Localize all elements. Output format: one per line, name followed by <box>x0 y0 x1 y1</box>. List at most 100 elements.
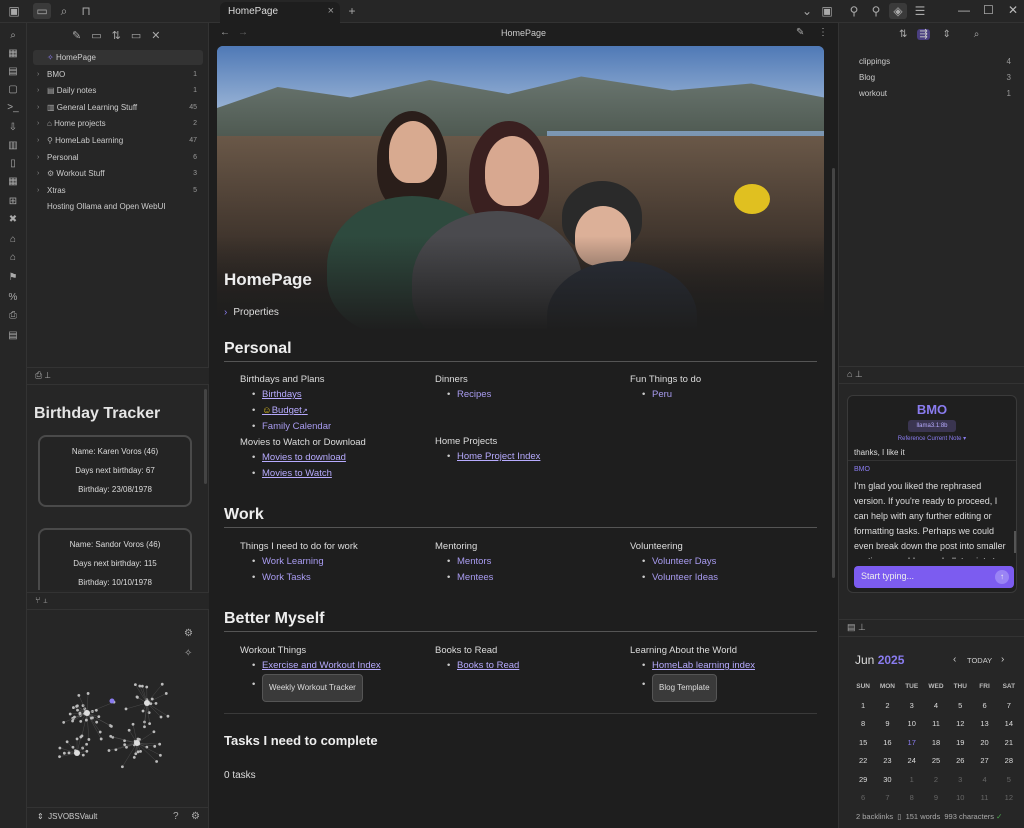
graph-node[interactable] <box>72 706 75 709</box>
editor-scrollbar[interactable] <box>832 168 835 578</box>
tags-toolbar[interactable]: ⇅ ⇶ ⇕ ⌕ <box>899 29 989 40</box>
reference-note[interactable]: Reference Current Note ▾ <box>848 435 1016 442</box>
link-volunteer-ideas[interactable]: Volunteer Ideas <box>630 570 820 586</box>
graph-node[interactable] <box>127 728 131 732</box>
link-movies-download[interactable]: Movies to download <box>240 450 430 466</box>
gear-icon[interactable]: ⚙ <box>184 628 193 639</box>
graph-node[interactable] <box>68 712 72 716</box>
graph-node[interactable] <box>134 752 138 756</box>
tree-item[interactable]: › ⌂ Home projects 2 <box>33 116 203 131</box>
more-icon[interactable]: ⋮ <box>818 27 828 38</box>
calendar-day[interactable]: 18 <box>924 734 948 753</box>
graph-node[interactable] <box>58 755 61 759</box>
graph-hub-node[interactable] <box>144 700 150 706</box>
link-work-learning[interactable]: Work Learning <box>240 554 430 570</box>
backlinks-count[interactable]: 2 backlinks <box>856 812 893 821</box>
graph-node[interactable] <box>148 722 152 725</box>
prev-month-icon[interactable]: ‹ <box>953 654 956 665</box>
calendar-day[interactable]: 11 <box>972 789 996 808</box>
explorer-toolbar[interactable]: ✎▭⇅▭✕ <box>72 29 170 42</box>
file-icon[interactable]: ▢ <box>5 83 21 97</box>
plugin-icon-2[interactable]: ⚲ <box>867 3 885 19</box>
calendar-icon[interactable]: ▤ <box>5 65 21 79</box>
printer-icon[interactable]: ⎙ ⊥ <box>35 370 51 381</box>
calendar-day[interactable]: 6 <box>851 789 875 808</box>
graph-node[interactable] <box>75 737 79 741</box>
calendar-day[interactable]: 14 <box>997 715 1021 734</box>
tree-item[interactable]: › ▤ Daily notes 1 <box>33 83 203 98</box>
tag-item[interactable]: workout 1 <box>859 89 1019 98</box>
calendar-day[interactable]: 4 <box>972 771 996 790</box>
graph-node[interactable] <box>67 751 71 755</box>
calendar-day[interactable]: 26 <box>948 752 972 771</box>
graph-node[interactable] <box>95 720 99 724</box>
graph-hub-node[interactable] <box>84 710 90 716</box>
calendar-day[interactable]: 1 <box>900 771 924 790</box>
template-icon[interactable]: ▥ <box>5 139 21 153</box>
weekly-workout-tracker-button[interactable]: Weekly Workout Tracker <box>262 674 363 702</box>
new-tab-icon[interactable]: + <box>343 3 361 19</box>
graph-node[interactable] <box>97 715 101 719</box>
graph-hub-node[interactable] <box>74 750 80 756</box>
graph-node[interactable] <box>136 750 140 754</box>
flag-icon[interactable]: ⚑ <box>5 271 21 285</box>
graph-node[interactable] <box>79 735 83 739</box>
tree-item[interactable]: Hosting Ollama and Open WebUI <box>33 199 203 214</box>
model-badge[interactable]: llama3.1:8b <box>908 420 956 432</box>
graph-node[interactable] <box>159 715 163 719</box>
graph-node[interactable] <box>107 749 111 752</box>
graph-node[interactable] <box>152 730 156 734</box>
calendar-day[interactable]: 1 <box>851 697 875 716</box>
graph-node[interactable] <box>87 738 91 741</box>
graph-node[interactable] <box>135 695 139 699</box>
link-birthdays[interactable]: Birthdays <box>240 387 430 403</box>
graph-node[interactable] <box>124 707 128 711</box>
printer-icon[interactable]: ⎙ <box>5 309 21 323</box>
graph-node[interactable] <box>164 692 168 695</box>
calendar-day[interactable]: 16 <box>875 734 899 753</box>
calendar-day[interactable]: 25 <box>924 752 948 771</box>
graph-node[interactable] <box>75 704 79 708</box>
graph-node[interactable] <box>109 734 113 738</box>
edit-icon[interactable]: ✎ <box>796 27 804 38</box>
graph-current-node[interactable] <box>109 698 115 704</box>
tag-item[interactable]: clippings 4 <box>859 57 1019 66</box>
graph-node[interactable] <box>139 750 142 753</box>
graph-node[interactable] <box>150 697 154 701</box>
calendar-day[interactable]: 8 <box>900 789 924 808</box>
terminal-icon[interactable]: >_ <box>5 101 21 115</box>
link-exercise-index[interactable]: Exercise and Workout Index <box>240 658 430 674</box>
graph-node[interactable] <box>160 682 164 686</box>
link-home-project-index[interactable]: Home Project Index <box>435 449 625 465</box>
graph-icon[interactable]: ⑂ ⊥ <box>35 595 48 605</box>
calendar-day[interactable]: 9 <box>924 789 948 808</box>
graph-node[interactable] <box>123 743 127 747</box>
home-icon[interactable]: ⌂ <box>5 251 21 265</box>
graph-node[interactable] <box>141 709 145 713</box>
next-month-icon[interactable]: › <box>1001 654 1004 665</box>
bot-icon[interactable]: ⌂ ⊥ <box>847 369 863 380</box>
calendar-day[interactable]: 4 <box>924 697 948 716</box>
tags-icon[interactable]: ◈ <box>889 3 907 19</box>
calendar-day[interactable]: 2 <box>924 771 948 790</box>
graph-node[interactable] <box>81 753 85 757</box>
scrollbar[interactable] <box>204 389 207 484</box>
settings-icon[interactable]: ⚙ <box>191 811 200 822</box>
graph-node[interactable] <box>90 716 93 720</box>
link-homelab-index[interactable]: HomeLab learning index <box>630 658 820 674</box>
folder-icon[interactable]: ▭ <box>33 3 51 19</box>
search-icon[interactable]: ⌕ <box>55 3 73 19</box>
graph-node[interactable] <box>62 721 66 724</box>
link-movies-watch[interactable]: Movies to Watch <box>240 466 430 482</box>
graph-node[interactable] <box>138 684 142 688</box>
graph-node[interactable] <box>99 737 103 741</box>
calendar-icon[interactable]: ▤ ⊥ <box>847 622 866 633</box>
graph-node[interactable] <box>143 725 146 729</box>
calendar-2-icon[interactable]: ▤ <box>5 329 21 343</box>
calendar-day[interactable]: 5 <box>948 697 972 716</box>
calendar-day[interactable]: 27 <box>972 752 996 771</box>
link-mentors[interactable]: Mentors <box>435 554 625 570</box>
graph-node[interactable] <box>65 740 69 744</box>
graph-node[interactable] <box>143 720 146 724</box>
chat-scrollbar[interactable] <box>1014 531 1016 553</box>
